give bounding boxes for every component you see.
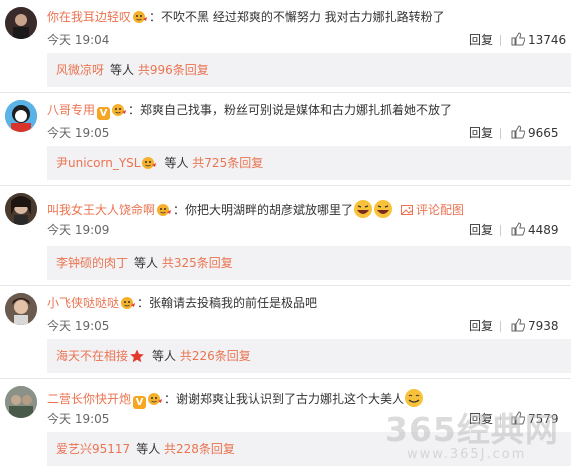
sub-user-link[interactable]: 尹unicorn_YSL bbox=[56, 156, 140, 170]
comment-item: 八哥专用 V ：郑爽自己找事，粉丝可别说是媒体和古力娜扎抓着她不放了 今天 19:0… bbox=[0, 93, 571, 186]
sub-user-link[interactable]: 爱艺兴95117 bbox=[56, 442, 130, 456]
thumbs-up-icon bbox=[511, 32, 525, 46]
like-button[interactable]: 9665 bbox=[511, 125, 559, 140]
username-link[interactable]: 小飞侠哒哒哒 bbox=[47, 296, 119, 310]
comment-text: 不吹不黑 经过郑爽的不懈努力 我对古力娜扎路转粉了 bbox=[161, 10, 445, 24]
like-count: 4489 bbox=[528, 223, 559, 237]
reply-button[interactable]: 回复 bbox=[469, 223, 493, 237]
fan-badge-icon bbox=[133, 11, 148, 23]
timestamp: 今天 19:04 bbox=[47, 33, 110, 47]
like-button[interactable]: 4489 bbox=[511, 222, 559, 237]
verified-badge-icon: V bbox=[133, 396, 147, 409]
comment-picture-link[interactable]: 评论配图 bbox=[416, 203, 464, 217]
comment-item: 叫我女王大人饶命啊 ：你把大明湖畔的胡彦斌放哪里了 评论配图 今天 19:09 回复… bbox=[0, 186, 571, 280]
reply-button[interactable]: 回复 bbox=[469, 412, 493, 426]
star-badge-icon bbox=[130, 349, 144, 363]
like-count: 7579 bbox=[528, 412, 559, 426]
divider bbox=[500, 225, 501, 236]
like-count: 9665 bbox=[528, 126, 559, 140]
timestamp: 今天 19:05 bbox=[47, 319, 110, 333]
timestamp: 今天 19:05 bbox=[47, 412, 110, 426]
username-link[interactable]: 八哥专用 bbox=[47, 103, 95, 117]
like-count: 13746 bbox=[528, 33, 567, 47]
comment-header: 二营长你快开炮 V ：谢谢郑爽让我认识到了古力娜扎这个大美人 bbox=[47, 388, 424, 409]
sub-user-link[interactable]: 海天不在相接 bbox=[56, 349, 128, 363]
picture-icon bbox=[401, 205, 414, 215]
username-link[interactable]: 叫我女王大人饶命啊 bbox=[47, 203, 155, 217]
comment-text: 张翰请去投稿我的前任是极品吧 bbox=[149, 296, 318, 310]
reply-button[interactable]: 回复 bbox=[469, 33, 493, 47]
divider bbox=[500, 128, 501, 139]
sub-replies[interactable]: 李钟硕的肉丁 等人 共325条回复 bbox=[47, 246, 571, 280]
sub-replies[interactable]: 海天不在相接 等人 共226条回复 bbox=[47, 339, 571, 373]
avatar[interactable] bbox=[5, 193, 37, 225]
sub-user-link[interactable]: 李钟硕的肉丁 bbox=[56, 256, 128, 270]
comment-text: 你把大明湖畔的胡彦斌放哪里了 bbox=[185, 203, 354, 217]
reply-button[interactable]: 回复 bbox=[469, 319, 493, 333]
like-button[interactable]: 13746 bbox=[511, 32, 566, 47]
more-replies-link[interactable]: 共226条回复 bbox=[180, 349, 251, 363]
comment-header: 叫我女王大人饶命啊 ：你把大明湖畔的胡彦斌放哪里了 评论配图 bbox=[47, 199, 464, 218]
comment-header: 小飞侠哒哒哒 ：张翰请去投稿我的前任是极品吧 bbox=[47, 296, 318, 310]
more-replies-link[interactable]: 共325条回复 bbox=[162, 256, 233, 270]
comment-header: 你在我耳边轻叹 ：不吹不黑 经过郑爽的不懈努力 我对古力娜扎路转粉了 bbox=[47, 10, 445, 24]
laughing-emoji-icon bbox=[354, 200, 373, 218]
divider bbox=[500, 414, 501, 425]
fan-badge-icon bbox=[157, 204, 172, 216]
more-replies-link[interactable]: 共228条回复 bbox=[164, 442, 235, 456]
fan-badge-icon bbox=[121, 297, 136, 309]
sub-replies[interactable]: 爱艺兴95117 等人 共228条回复 bbox=[47, 432, 571, 466]
thumbs-up-icon bbox=[511, 411, 525, 425]
comment-item: 二营长你快开炮 V ：谢谢郑爽让我认识到了古力娜扎这个大美人 今天 19:05 回复… bbox=[0, 379, 571, 472]
laughing-emoji-icon bbox=[374, 200, 393, 218]
thumbs-up-icon bbox=[511, 318, 525, 332]
fan-badge-icon bbox=[142, 157, 157, 169]
divider bbox=[500, 321, 501, 332]
thumbs-up-icon bbox=[511, 222, 525, 236]
timestamp: 今天 19:05 bbox=[47, 126, 110, 140]
sub-replies[interactable]: 尹unicorn_YSL 等人 共725条回复 bbox=[47, 146, 571, 180]
username-link[interactable]: 你在我耳边轻叹 bbox=[47, 10, 131, 24]
fan-badge-icon bbox=[112, 104, 127, 116]
verified-badge-icon: V bbox=[97, 107, 111, 120]
fan-badge-icon bbox=[148, 393, 163, 405]
like-button[interactable]: 7579 bbox=[511, 411, 559, 426]
timestamp: 今天 19:09 bbox=[47, 223, 110, 237]
thumbs-up-icon bbox=[511, 125, 525, 139]
reply-button[interactable]: 回复 bbox=[469, 126, 493, 140]
avatar[interactable] bbox=[5, 7, 37, 39]
more-replies-link[interactable]: 共996条回复 bbox=[138, 63, 209, 77]
divider bbox=[500, 35, 501, 46]
smile-emoji-icon bbox=[405, 389, 424, 407]
comment-text: 郑爽自己找事，粉丝可别说是媒体和古力娜扎抓着她不放了 bbox=[140, 103, 453, 117]
comment-header: 八哥专用 V ：郑爽自己找事，粉丝可别说是媒体和古力娜扎抓着她不放了 bbox=[47, 103, 453, 120]
comment-text: 谢谢郑爽让我认识到了古力娜扎这个大美人 bbox=[176, 392, 405, 406]
sub-user-link[interactable]: 风微凉呀 bbox=[56, 63, 104, 77]
sub-replies[interactable]: 风微凉呀 等人 共996条回复 bbox=[47, 53, 571, 87]
more-replies-link[interactable]: 共725条回复 bbox=[192, 156, 263, 170]
username-link[interactable]: 二营长你快开炮 bbox=[47, 392, 131, 406]
like-button[interactable]: 7938 bbox=[511, 318, 559, 333]
comment-item: 小飞侠哒哒哒 ：张翰请去投稿我的前任是极品吧 今天 19:05 回复 7938 海… bbox=[0, 286, 571, 379]
avatar[interactable] bbox=[5, 100, 37, 132]
avatar[interactable] bbox=[5, 386, 37, 418]
like-count: 7938 bbox=[528, 319, 559, 333]
comment-item: 你在我耳边轻叹 ：不吹不黑 经过郑爽的不懈努力 我对古力娜扎路转粉了 今天 19:… bbox=[0, 0, 571, 93]
avatar[interactable] bbox=[5, 293, 37, 325]
